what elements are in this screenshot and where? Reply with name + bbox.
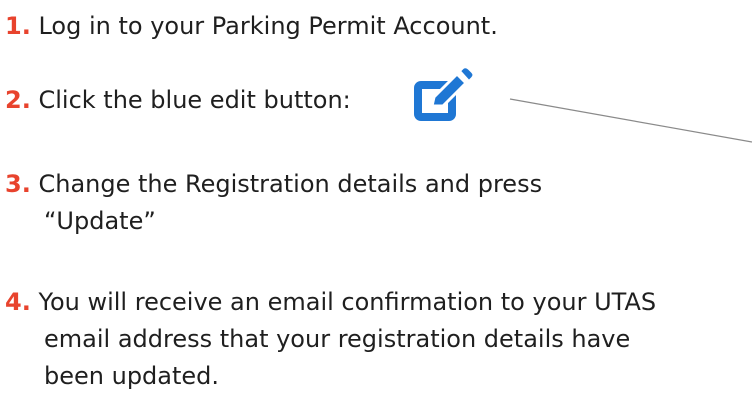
step-3-continued: “Update” xyxy=(44,207,156,235)
step-number: 4. xyxy=(5,288,31,316)
step-4-continued: email address that your registration det… xyxy=(44,325,631,353)
step-1: 1. Log in to your Parking Permit Account… xyxy=(5,8,498,45)
step-4-continued-2: been updated. xyxy=(44,362,220,390)
step-number: 1. xyxy=(5,12,31,40)
step-text: Change the Registration details and pres… xyxy=(38,170,543,198)
step-4: 4. You will receive an email confirmatio… xyxy=(5,284,656,321)
step-number: 2. xyxy=(5,86,31,114)
edit-icon xyxy=(414,67,475,121)
step-text: Click the blue edit button: xyxy=(38,86,351,114)
step-2: 2. Click the blue edit button: xyxy=(5,82,351,119)
step-3: 3. Change the Registration details and p… xyxy=(5,166,542,203)
step-number: 3. xyxy=(5,170,31,198)
step-text: You will receive an email confirmation t… xyxy=(38,288,657,316)
step-text: Log in to your Parking Permit Account. xyxy=(38,12,498,40)
